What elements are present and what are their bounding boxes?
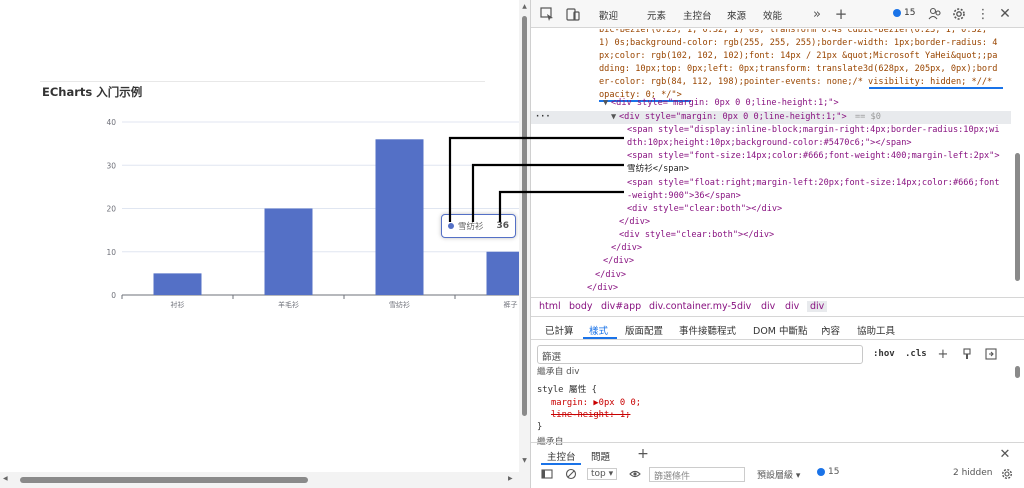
annotation-arrow-value [498,190,624,222]
annotation-arrows [448,136,624,222]
annotation-arrow-name [471,163,624,222]
annotation-arrow-dot [448,136,624,222]
screen: ECharts 入门示例 0 10 20 30 40 衬衫 羊毛衫 雪纺衫 裤子 雪纺衫 36 … [0,0,1024,488]
